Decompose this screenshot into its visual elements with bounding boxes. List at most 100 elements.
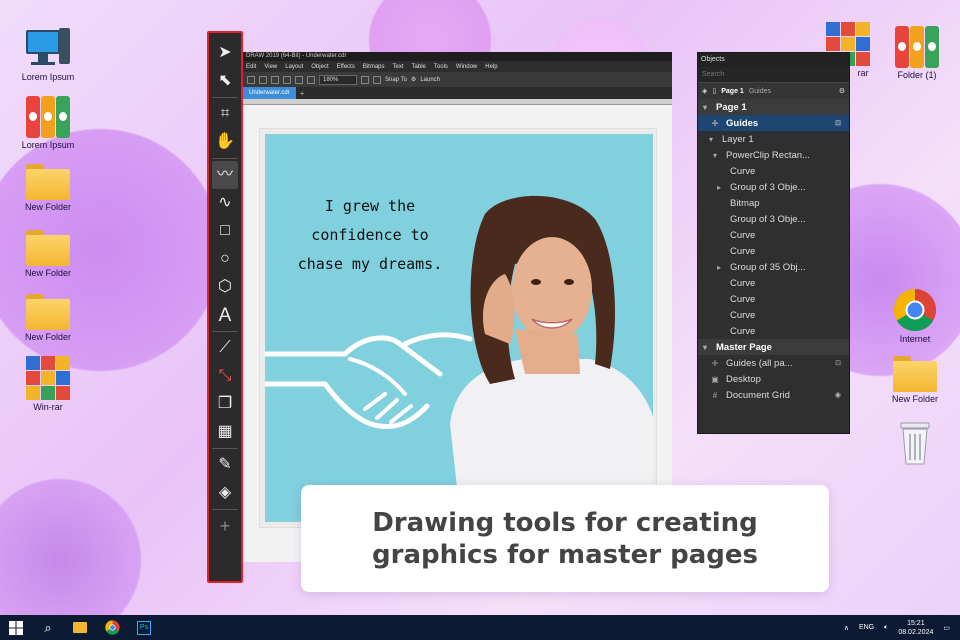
visibility-icon: ◉ <box>834 392 841 399</box>
desktop-icon-win-rar[interactable]: Win-rar <box>12 356 84 412</box>
guides-label: Guides <box>748 87 772 95</box>
desktop-icon-recycle-bin[interactable] <box>879 420 951 466</box>
full-screen-icon[interactable] <box>361 75 369 84</box>
fill-icon[interactable]: ◈ <box>212 479 238 507</box>
desktop-icon-new-folder-3[interactable]: New Folder <box>12 294 84 342</box>
tree-row[interactable]: Curve <box>698 323 849 339</box>
layer-icon[interactable]: ◈ <box>702 87 707 95</box>
objects-search-input[interactable]: Search <box>698 67 849 83</box>
print-icon[interactable] <box>259 75 267 84</box>
caption-line-1: Drawing tools for creating <box>372 507 758 538</box>
caption-card: Drawing tools for creating graphics for … <box>301 485 829 592</box>
tree-row[interactable]: ✛ Guides ⊡ <box>698 115 849 131</box>
artistic-media-icon[interactable]: ∿ <box>212 189 238 217</box>
zoom-level-select[interactable]: 180% <box>319 74 357 85</box>
tree-row[interactable]: Curve <box>698 275 849 291</box>
menu-table[interactable]: Table <box>412 64 426 70</box>
notification-icon[interactable]: ▭ <box>943 624 950 632</box>
tree-row[interactable]: Curve <box>698 307 849 323</box>
panel-settings-gear-icon[interactable]: ⚙ <box>839 87 845 95</box>
desktop-icon-lorem-ipsum-binders[interactable]: Lorem Ipsum <box>12 96 84 150</box>
menu-text[interactable]: Text <box>393 64 404 70</box>
menu-effects[interactable]: Effects <box>337 64 355 70</box>
connector-tool-icon[interactable]: ⤡ <box>212 362 238 390</box>
chevron-up-icon[interactable]: ∧ <box>844 624 849 632</box>
menu-bitmaps[interactable]: Bitmaps <box>363 64 385 70</box>
menu-edit[interactable]: Edit <box>246 64 256 70</box>
language-indicator[interactable]: ENG <box>859 624 874 631</box>
current-page-label: Page 1 <box>721 87 744 95</box>
page-icon[interactable]: ▯ <box>712 87 716 95</box>
transparency-icon[interactable]: ▦ <box>212 418 238 446</box>
document-tab[interactable]: Underwater.cdr <box>243 87 296 99</box>
snap-to-dropdown[interactable]: Snap To <box>385 77 407 83</box>
import-icon[interactable] <box>295 75 303 84</box>
tree-row[interactable]: ▾ Master Page <box>698 339 849 355</box>
cut-icon[interactable] <box>271 75 279 84</box>
desktop-icon-lorem-ipsum-pc[interactable]: Lorem Ipsum <box>12 28 84 82</box>
ellipse-tool-icon[interactable]: ○ <box>212 245 238 273</box>
menu-view[interactable]: View <box>264 64 277 70</box>
tree-row[interactable]: ✛ Guides (all pa... ⊡ <box>698 355 849 371</box>
recycle-bin-icon <box>900 422 930 465</box>
tree-row[interactable]: ▣ Desktop <box>698 371 849 387</box>
desktop-icon-folder-1[interactable]: Folder (1) <box>881 26 953 80</box>
caption-line-2: graphics for master pages <box>372 539 758 570</box>
tree-row[interactable]: # Document Grid ◉ <box>698 387 849 403</box>
tree-row[interactable]: Curve <box>698 163 849 179</box>
drop-shadow-icon[interactable]: ❐ <box>212 390 238 418</box>
start-button[interactable] <box>0 615 32 640</box>
shape-tool-icon[interactable]: ⬉ <box>212 67 238 95</box>
objects-panel-toolbar: ◈ ▯ Page 1 Guides ⚙ <box>698 83 849 99</box>
tree-row[interactable]: ▾ Layer 1 <box>698 131 849 147</box>
tree-row[interactable]: Curve <box>698 227 849 243</box>
undo-icon[interactable] <box>283 75 291 84</box>
launch-dropdown[interactable]: Launch <box>420 77 440 83</box>
search-button[interactable]: ⌕ <box>32 615 64 640</box>
rulers-icon[interactable] <box>373 75 381 84</box>
file-explorer-button[interactable] <box>64 615 96 640</box>
portrait-photo <box>450 195 653 514</box>
chrome-taskbar-button[interactable] <box>96 615 128 640</box>
document-tab-bar: Underwater.cdr + <box>243 87 672 99</box>
pan-tool-icon[interactable]: ✋ <box>212 128 238 156</box>
tree-row[interactable]: Bitmap <box>698 195 849 211</box>
polygon-tool-icon[interactable]: ⬡ <box>212 273 238 301</box>
tree-row[interactable]: ▸ Group of 35 Obj... <box>698 259 849 275</box>
tree-row[interactable]: ▾ PowerClip Rectan... <box>698 147 849 163</box>
menu-window[interactable]: Window <box>456 64 477 70</box>
taskbar: ⌕ Ps ∧ ENG 🔈︎ 15:21 08.02.2024 ▭ <box>0 615 960 640</box>
add-tool-icon[interactable]: + <box>212 512 238 540</box>
menu-tools[interactable]: Tools <box>434 64 448 70</box>
photoshop-icon: Ps <box>137 620 151 635</box>
photoshop-taskbar-button[interactable]: Ps <box>128 615 160 640</box>
clock[interactable]: 15:21 08.02.2024 <box>898 619 933 637</box>
tree-row[interactable]: Group of 3 Obje... <box>698 211 849 227</box>
desktop-icon-internet[interactable]: Internet <box>879 288 951 344</box>
tree-row[interactable]: Curve <box>698 243 849 259</box>
menu-help[interactable]: Help <box>485 64 497 70</box>
menu-object[interactable]: Object <box>311 64 328 70</box>
export-icon[interactable] <box>307 75 315 84</box>
options-gear-icon[interactable]: ⚙ <box>411 76 416 83</box>
speaker-icon[interactable]: 🔈︎ <box>884 624 888 632</box>
desktop-icon-new-folder-1[interactable]: New Folder <box>12 164 84 212</box>
pick-tool-icon[interactable]: ➤ <box>212 39 238 67</box>
freehand-tool-icon[interactable]: 〰 <box>212 161 238 189</box>
eyedropper-icon[interactable]: ✎ <box>212 451 238 479</box>
desktop-icon-new-folder-right[interactable]: New Folder <box>879 356 951 404</box>
tree-row[interactable]: ▾ Page 1 <box>698 99 849 115</box>
menu-bar: Edit View Layout Object Effects Bitmaps … <box>243 61 672 72</box>
text-tool-icon[interactable]: A <box>212 301 238 329</box>
tree-row[interactable]: ▸ Group of 3 Obje... <box>698 179 849 195</box>
new-tab-icon[interactable]: + <box>296 89 305 98</box>
rectangle-tool-icon[interactable]: □ <box>212 217 238 245</box>
tree-row[interactable]: Curve <box>698 291 849 307</box>
dimension-tool-icon[interactable]: ⟋ <box>212 334 238 362</box>
document-page[interactable]: I grew the confidence to chase my dreams… <box>259 128 657 528</box>
menu-layout[interactable]: Layout <box>285 64 303 70</box>
desktop-icon-new-folder-2[interactable]: New Folder <box>12 230 84 278</box>
crop-tool-icon[interactable]: ⌗ <box>212 100 238 128</box>
objects-panel-title: Objects <box>698 53 849 67</box>
save-icon[interactable] <box>247 75 255 84</box>
